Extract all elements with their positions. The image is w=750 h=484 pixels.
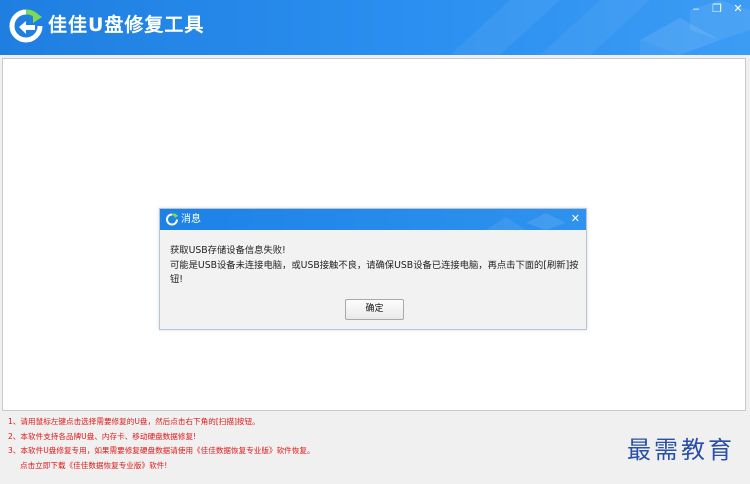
dialog-close-icon[interactable]: ✕ xyxy=(571,212,580,226)
restore-button[interactable]: ❐ xyxy=(709,2,725,16)
dialog-message-line: 钮! xyxy=(170,274,184,285)
title-bar: 佳佳U盘修复工具 ‒ ❐ ✕ xyxy=(0,0,750,55)
ok-button[interactable]: 确定 xyxy=(345,299,404,320)
note-line: 2、本软件支持各品牌U盘、内存卡、移动硬盘数据修复! xyxy=(8,431,197,441)
minimize-button[interactable]: ‒ xyxy=(688,2,704,16)
close-button[interactable]: ✕ xyxy=(730,2,746,16)
dialog-message-line: 获取USB存储设备信息失败! xyxy=(170,245,286,256)
download-link[interactable]: 点击立即下载《佳佳数据恢复专业版》软件! xyxy=(8,459,608,474)
note-line: 1、请用鼠标左键点击选择需要修复的U盘，然后点击右下角的[扫描]按钮。 xyxy=(8,417,260,426)
instruction-notes: 1、请用鼠标左键点击选择需要修复的U盘，然后点击右下角的[扫描]按钮。 2、本软… xyxy=(8,415,608,473)
watermark-text: 最需教育 xyxy=(627,436,735,464)
dialog-message: 获取USB存储设备信息失败! 可能是USB设备未连接电脑，或USB接触不良，请确… xyxy=(170,244,579,288)
dialog-message-line: 可能是USB设备未连接电脑，或USB接触不良，请确保USB设备已连接电脑，再点击… xyxy=(170,259,579,271)
refresh-logo-icon xyxy=(166,213,178,226)
note-line: 3、本软件U盘修复专用，如果需要修复硬盘数据请使用《佳佳数据恢复专业版》软件恢复… xyxy=(8,446,315,455)
dialog-title: 消息 xyxy=(181,214,201,225)
app-logo-icon xyxy=(9,9,43,43)
dialog-header-decoration xyxy=(486,213,566,230)
app-title: 佳佳U盘修复工具 xyxy=(48,14,205,36)
message-dialog: 消息 ✕ 获取USB存储设备信息失败! 可能是USB设备未连接电脑，或USB接触… xyxy=(159,208,587,330)
dialog-header[interactable]: 消息 ✕ xyxy=(160,209,586,230)
